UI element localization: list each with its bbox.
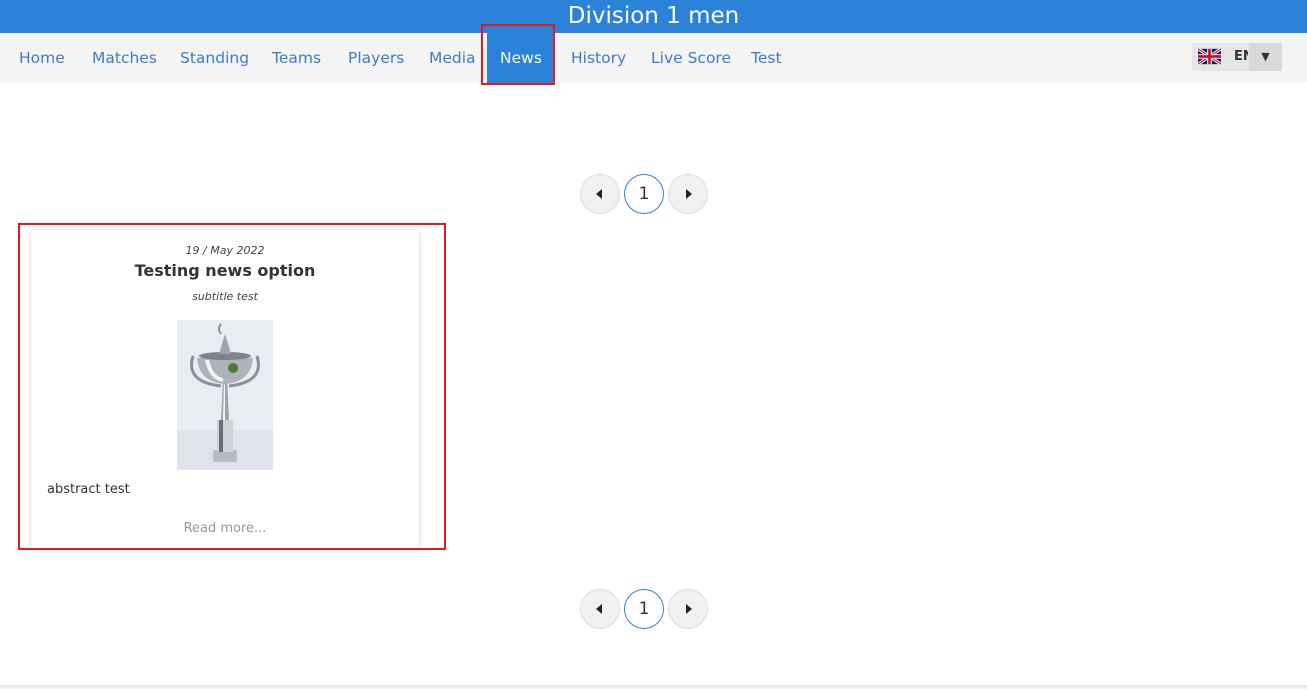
- arrow-right-icon: [686, 189, 692, 199]
- trophy-photo[interactable]: [177, 320, 273, 470]
- page-title: Division 1 men: [567, 3, 740, 29]
- news-subtitle: subtitle test: [192, 290, 258, 303]
- page-number-button[interactable]: 1: [624, 589, 664, 629]
- news-card: 19 / May 2022 Testing news option subtit…: [31, 230, 419, 548]
- nav-test[interactable]: Test: [751, 33, 782, 83]
- prev-page-button[interactable]: [580, 589, 620, 629]
- news-date: 19 / May 2022: [185, 244, 265, 257]
- page-number-button[interactable]: 1: [624, 174, 664, 214]
- nav-teams[interactable]: Teams: [272, 33, 321, 83]
- chevron-down-icon[interactable]: ▼: [1249, 43, 1282, 71]
- pagination-top: 1: [580, 174, 708, 214]
- read-more-link[interactable]: Read more...: [31, 521, 419, 536]
- nav-media[interactable]: Media: [429, 33, 476, 83]
- nav-history[interactable]: History: [571, 33, 626, 83]
- news-title[interactable]: Testing news option: [31, 261, 419, 280]
- uk-flag-icon: [1198, 48, 1221, 65]
- nav-live-score[interactable]: Live Score: [651, 33, 731, 83]
- next-page-button[interactable]: [668, 174, 708, 214]
- pagination-bottom: 1: [580, 589, 708, 629]
- nav-players[interactable]: Players: [348, 33, 404, 83]
- arrow-right-icon: [686, 604, 692, 614]
- main-nav: Home Matches Standing Teams Players Medi…: [0, 33, 1307, 83]
- nav-matches[interactable]: Matches: [92, 33, 157, 83]
- nav-news[interactable]: News: [487, 33, 555, 83]
- next-page-button[interactable]: [668, 589, 708, 629]
- page-header: Division 1 men: [0, 0, 1307, 33]
- footer-divider: [0, 685, 1307, 689]
- arrow-left-icon: [596, 604, 602, 614]
- nav-standing[interactable]: Standing: [180, 33, 249, 83]
- arrow-left-icon: [596, 189, 602, 199]
- nav-home[interactable]: Home: [19, 33, 65, 83]
- language-selector[interactable]: EN ▼: [1192, 43, 1282, 71]
- news-abstract: abstract test: [47, 482, 130, 497]
- prev-page-button[interactable]: [580, 174, 620, 214]
- language-code: EN: [1234, 49, 1248, 64]
